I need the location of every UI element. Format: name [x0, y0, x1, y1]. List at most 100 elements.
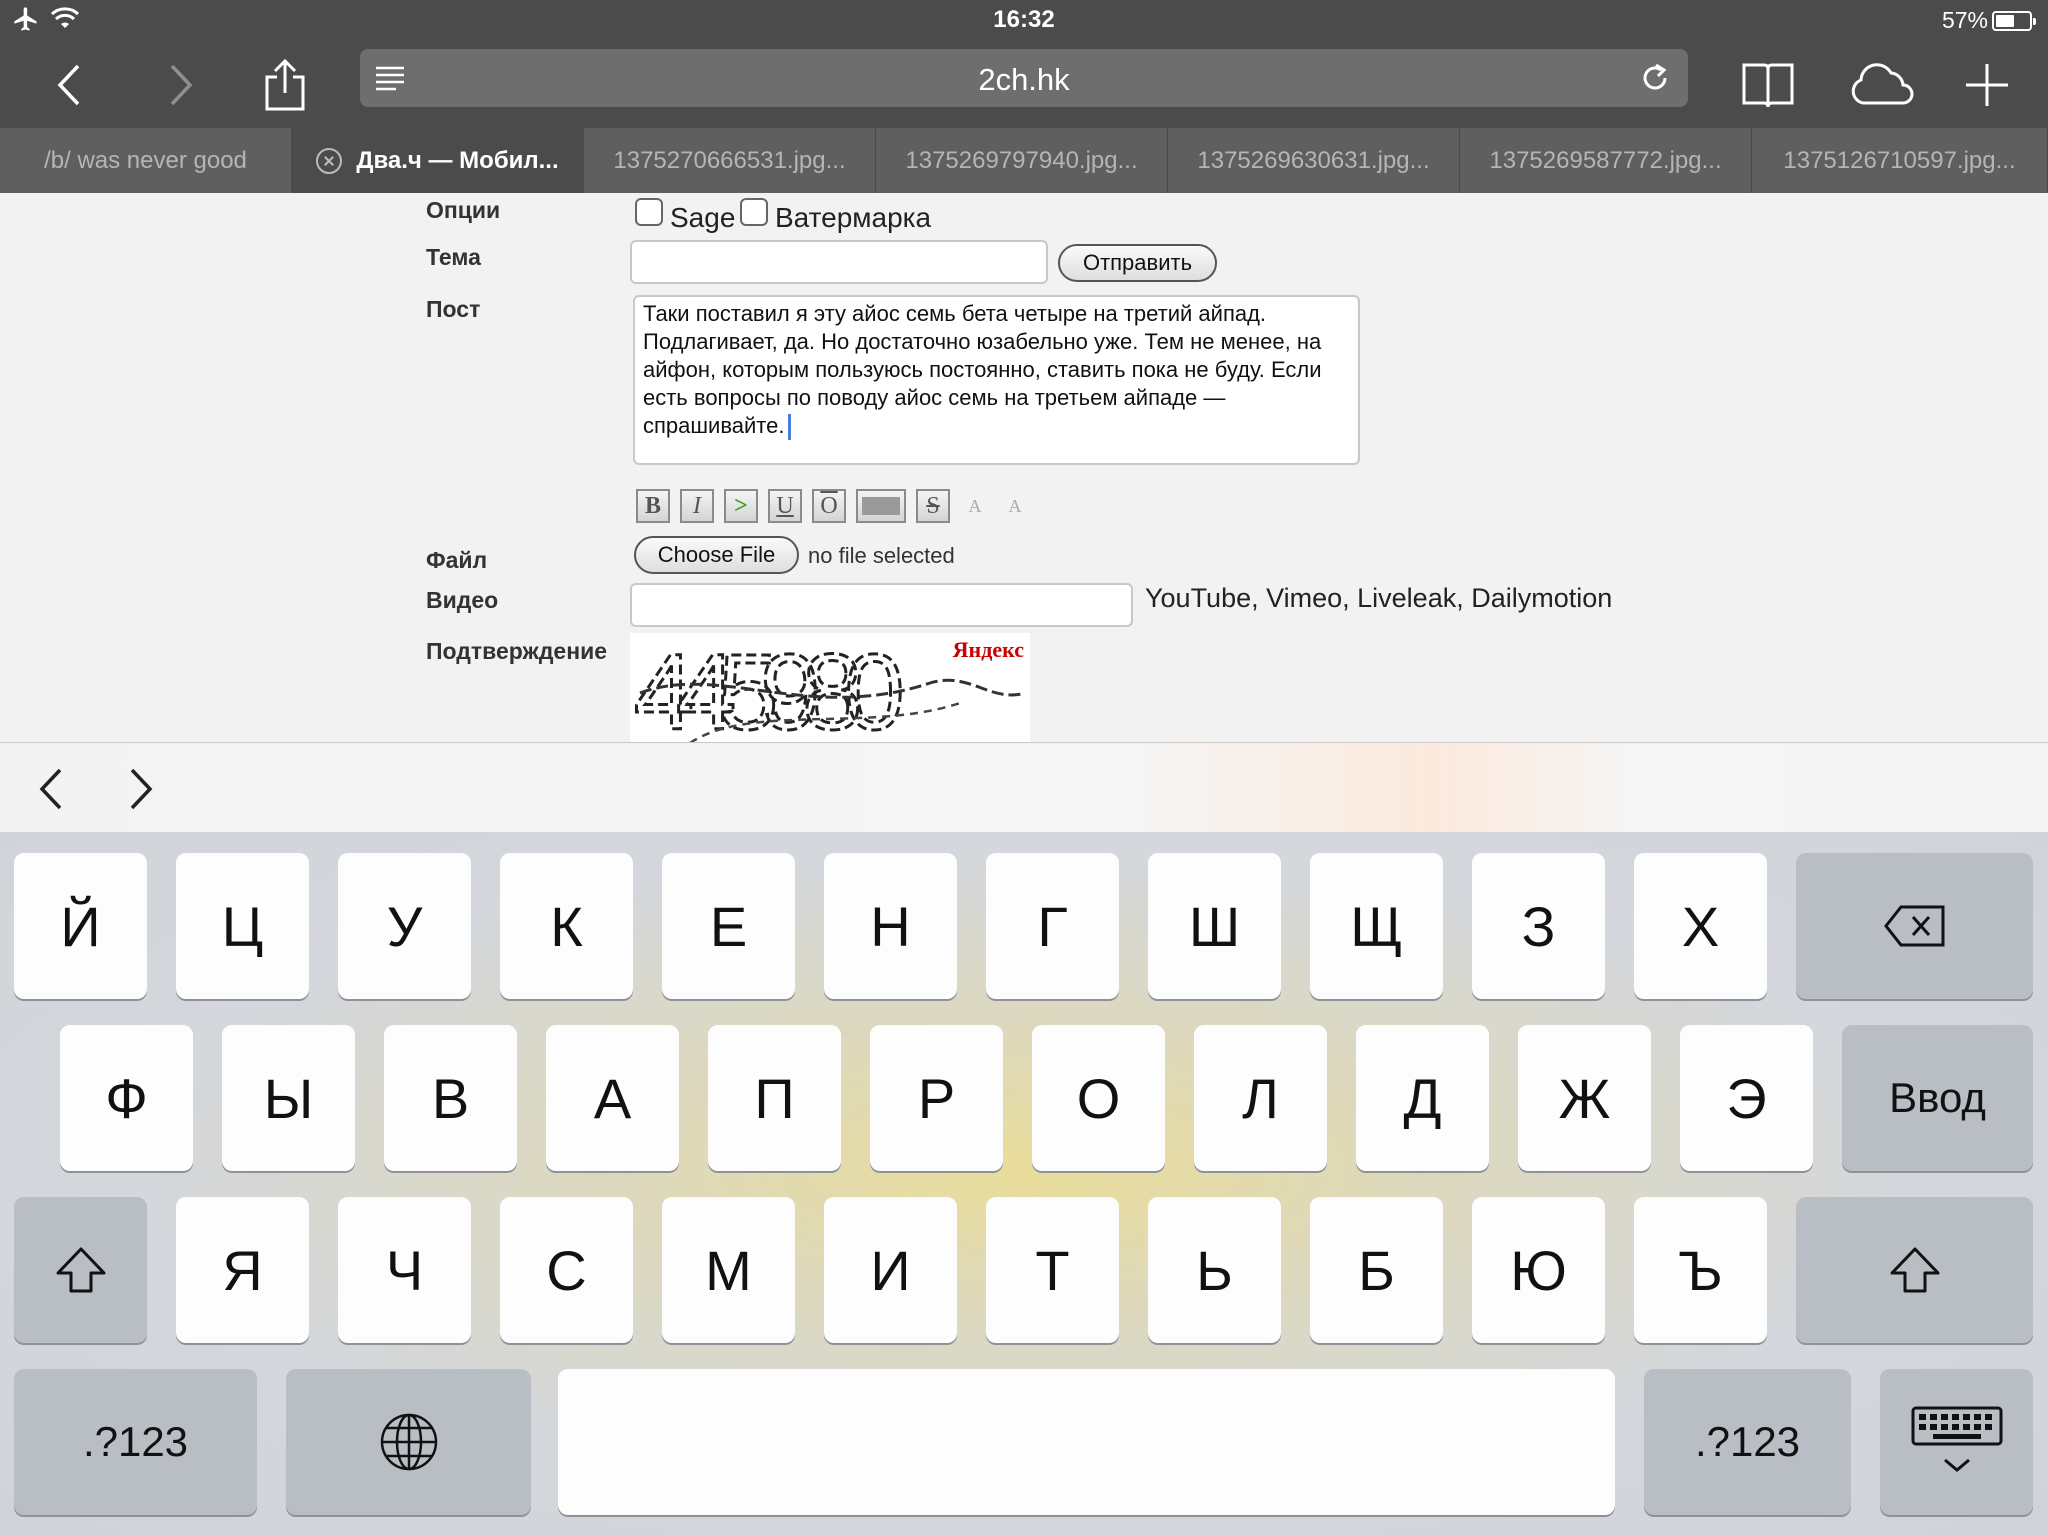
key-щ[interactable]: Щ: [1310, 853, 1443, 999]
overline-button[interactable]: O: [812, 489, 846, 523]
bookmarks-icon: [1742, 63, 1794, 108]
chevron-left-icon: [39, 768, 62, 810]
key-ц[interactable]: Ц: [176, 853, 309, 999]
new-tab-button[interactable]: [1952, 50, 2022, 120]
key-х[interactable]: Х: [1634, 853, 1767, 999]
key-е[interactable]: Е: [662, 853, 795, 999]
strike-button[interactable]: S: [916, 489, 950, 523]
key-п[interactable]: П: [708, 1025, 841, 1171]
key-ь[interactable]: Ь: [1148, 1197, 1281, 1343]
key-я[interactable]: Я: [176, 1197, 309, 1343]
post-label: Пост: [426, 296, 481, 322]
return-key[interactable]: Ввод: [1842, 1025, 2033, 1171]
url-text: 2ch.hk: [978, 62, 1070, 97]
address-bar[interactable]: 2ch.hk: [360, 49, 1688, 107]
key-б[interactable]: Б: [1310, 1197, 1443, 1343]
key-ш[interactable]: Ш: [1148, 853, 1281, 999]
key-в[interactable]: В: [384, 1025, 517, 1171]
key-д[interactable]: Д: [1356, 1025, 1489, 1171]
watermark-checkbox[interactable]: [740, 198, 768, 226]
previous-field-button[interactable]: [26, 764, 76, 814]
forward-button[interactable]: [145, 50, 215, 120]
submit-button[interactable]: Отправить: [1058, 244, 1217, 282]
tab-item[interactable]: /b/ was never good: [0, 128, 292, 193]
key-т[interactable]: Т: [986, 1197, 1119, 1343]
web-page: Опции Sage Ватермарка Тема Отправить Пос…: [0, 193, 2048, 743]
battery-fill: [1996, 15, 2015, 27]
close-tab-icon[interactable]: [316, 147, 343, 174]
tab-item-active[interactable]: Два.ч — Мобил...: [292, 128, 584, 193]
onscreen-keyboard: Й Ц У К Е Н Г Ш Щ З Х Ф Ы В А П Р О Л Д …: [0, 832, 2048, 1536]
italic-button[interactable]: I: [680, 489, 714, 523]
back-button[interactable]: [35, 50, 105, 120]
sage-checkbox[interactable]: [635, 198, 663, 226]
backspace-key[interactable]: [1796, 853, 2033, 999]
space-key[interactable]: [558, 1369, 1615, 1515]
share-button[interactable]: [250, 50, 320, 120]
new-tab-icon: [1966, 64, 2008, 106]
key-а[interactable]: А: [546, 1025, 679, 1171]
video-hint: YouTube, Vimeo, Liveleak, Dailymotion: [1145, 583, 1613, 613]
bookmarks-button[interactable]: [1733, 50, 1803, 120]
tab-label: /b/ was never good: [44, 146, 247, 174]
dismiss-keyboard-key[interactable]: [1880, 1369, 2033, 1515]
tab-label: 1375269587772.jpg...: [1489, 146, 1722, 174]
captcha-image: 445980 Яндекс: [630, 633, 1030, 743]
subscript-button[interactable]: A: [1000, 489, 1030, 523]
key-й[interactable]: Й: [14, 853, 147, 999]
key-ю[interactable]: Ю: [1472, 1197, 1605, 1343]
key-ъ[interactable]: Ъ: [1634, 1197, 1767, 1343]
tab-item[interactable]: 1375126710597.jpg...: [1752, 128, 2048, 193]
key-э[interactable]: Э: [1680, 1025, 1813, 1171]
tab-item[interactable]: 1375269630631.jpg...: [1168, 128, 1460, 193]
options-label: Опции: [426, 197, 501, 223]
key-н[interactable]: Н: [824, 853, 957, 999]
key-г[interactable]: Г: [986, 853, 1119, 999]
key-м[interactable]: М: [662, 1197, 795, 1343]
shift-key-right[interactable]: [1796, 1197, 2033, 1343]
post-textarea[interactable]: Таки поставил я эту айос семь бета четыр…: [633, 295, 1360, 465]
tab-item[interactable]: 1375269587772.jpg...: [1460, 128, 1752, 193]
tab-label: 1375269630631.jpg...: [1197, 146, 1430, 174]
shift-key-left[interactable]: [14, 1197, 147, 1343]
reload-icon[interactable]: [1638, 61, 1672, 100]
share-icon: [265, 58, 305, 111]
key-с[interactable]: С: [500, 1197, 633, 1343]
post-text: Таки поставил я эту айос семь бета четыр…: [643, 301, 1322, 438]
spoiler-button[interactable]: [856, 489, 906, 523]
key-з[interactable]: З: [1472, 853, 1605, 999]
tab-item[interactable]: 1375270666531.jpg...: [584, 128, 876, 193]
video-input[interactable]: [630, 583, 1133, 627]
shift-icon: [1890, 1247, 1939, 1293]
key-р[interactable]: Р: [870, 1025, 1003, 1171]
icloud-tabs-button[interactable]: [1847, 50, 1917, 120]
shift-icon: [56, 1247, 105, 1293]
key-л[interactable]: Л: [1194, 1025, 1327, 1171]
key-и[interactable]: И: [824, 1197, 957, 1343]
key-к[interactable]: К: [500, 853, 633, 999]
key-ф[interactable]: Ф: [60, 1025, 193, 1171]
numbers-key-left[interactable]: .?123: [14, 1369, 257, 1515]
key-ы[interactable]: Ы: [222, 1025, 355, 1171]
key-ч[interactable]: Ч: [338, 1197, 471, 1343]
key-у[interactable]: У: [338, 853, 471, 999]
subject-input[interactable]: [630, 240, 1048, 284]
key-о[interactable]: О: [1032, 1025, 1165, 1171]
captcha-digits: 445980: [634, 633, 900, 743]
superscript-button[interactable]: A: [960, 489, 990, 523]
forward-icon: [170, 64, 193, 106]
underline-button[interactable]: U: [768, 489, 802, 523]
next-field-button[interactable]: [116, 764, 166, 814]
quote-button[interactable]: >: [724, 489, 758, 523]
subject-label: Тема: [426, 244, 481, 270]
tab-item[interactable]: 1375269797940.jpg...: [876, 128, 1168, 193]
numbers-key-right[interactable]: .?123: [1644, 1369, 1851, 1515]
keyboard-dismiss-icon: [1911, 1406, 2002, 1472]
key-ж[interactable]: Ж: [1518, 1025, 1651, 1171]
icloud-tabs-icon: [1851, 63, 1914, 105]
bold-button[interactable]: B: [636, 489, 670, 523]
globe-key[interactable]: [286, 1369, 531, 1515]
tab-bar: /b/ was never good Два.ч — Мобил... 1375…: [0, 128, 2048, 193]
choose-file-button[interactable]: Choose File: [634, 536, 799, 574]
file-label: Файл: [426, 547, 488, 573]
